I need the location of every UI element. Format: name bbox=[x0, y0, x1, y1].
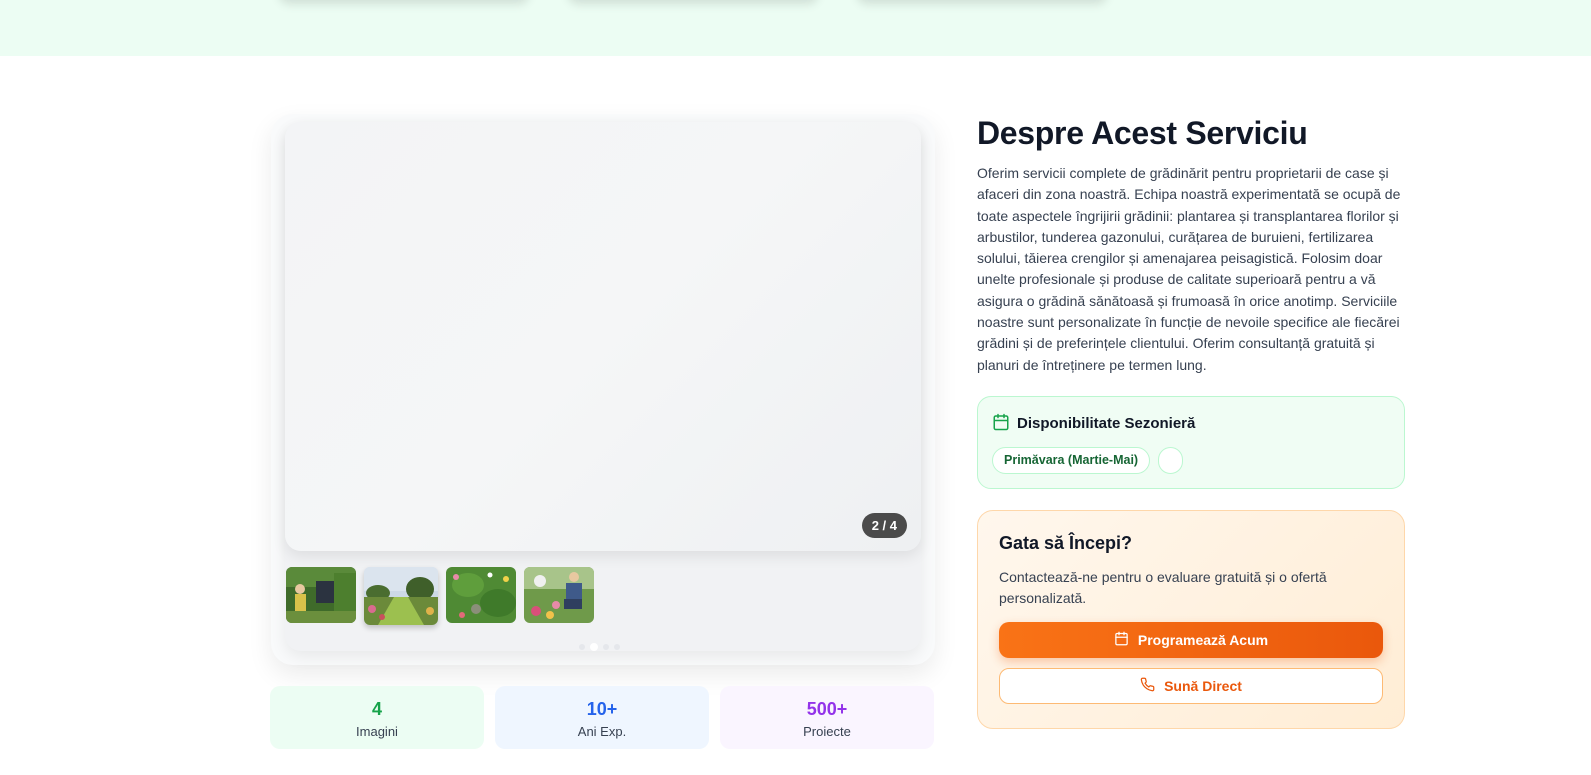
seasonal-availability-card: Disponibilitate Sezonieră Primăvara (Mar… bbox=[977, 395, 1405, 489]
schedule-button[interactable]: Programează Acum bbox=[999, 621, 1383, 658]
stats-row: 4 Imagini 10+ Ani Exp. 500+ Proiecte bbox=[270, 686, 934, 749]
carousel-dots bbox=[579, 643, 620, 651]
image-counter: 2 / 4 bbox=[861, 513, 907, 538]
stat-images: 4 Imagini bbox=[270, 686, 484, 749]
seasonal-header: Disponibilitate Sezonieră bbox=[992, 413, 1390, 435]
phone-icon bbox=[1140, 677, 1155, 695]
page-title: Despre Acest Serviciu bbox=[977, 115, 1308, 151]
stat-value: 500+ bbox=[806, 699, 848, 719]
carousel-dot[interactable] bbox=[590, 643, 598, 651]
schedule-button-label: Programează Acum bbox=[1137, 631, 1269, 648]
stat-label: Proiecte bbox=[803, 724, 851, 739]
thumbnail[interactable] bbox=[446, 567, 516, 623]
garden-path-photo bbox=[364, 567, 438, 625]
seasonal-title: Disponibilitate Sezonieră bbox=[1017, 415, 1196, 433]
season-tags: Primăvara (Martie-Mai) bbox=[992, 446, 1390, 474]
thumbnail-strip bbox=[286, 567, 594, 625]
garden-worker-photo bbox=[286, 567, 356, 623]
gallery-card: 2 / 4 bbox=[271, 114, 935, 665]
gardener-kneeling-photo bbox=[524, 567, 594, 623]
gallery-inner: 2 / 4 bbox=[285, 122, 921, 651]
top-band bbox=[0, 0, 1591, 56]
thumbnail[interactable] bbox=[286, 567, 356, 623]
call-button-label: Sună Direct bbox=[1164, 677, 1242, 694]
season-tag bbox=[1158, 446, 1184, 474]
carousel-dot[interactable] bbox=[614, 644, 620, 650]
service-description: Oferim servicii complete de grădinărit p… bbox=[977, 165, 1401, 373]
stat-label: Ani Exp. bbox=[577, 724, 627, 739]
season-tag: Primăvara (Martie-Mai) bbox=[992, 446, 1151, 474]
calendar-icon bbox=[992, 413, 1010, 435]
thumbnail[interactable] bbox=[364, 567, 438, 625]
cta-text: Contactează-ne pentru o evaluare gratuit… bbox=[999, 568, 1327, 606]
cta-title: Gata să Începi? bbox=[999, 532, 1133, 553]
call-button[interactable]: Sună Direct bbox=[999, 667, 1383, 704]
stat-label: Imagini bbox=[356, 724, 398, 739]
stat-experience: 10+ Ani Exp. bbox=[495, 686, 709, 749]
carousel-dot[interactable] bbox=[579, 644, 585, 650]
stat-projects: 500+ Proiecte bbox=[720, 686, 934, 749]
flower-garden-photo bbox=[446, 567, 516, 623]
about-panel: Despre Acest Serviciu Oferim servicii co… bbox=[977, 114, 1405, 729]
main-image[interactable]: 2 / 4 bbox=[285, 122, 921, 551]
calendar-icon bbox=[1114, 631, 1129, 649]
carousel-dot[interactable] bbox=[603, 644, 609, 650]
thumbnail[interactable] bbox=[524, 567, 594, 623]
stat-value: 10+ bbox=[586, 699, 618, 719]
cta-card: Gata să Începi? Contactează-ne pentru o … bbox=[977, 509, 1405, 729]
stat-value: 4 bbox=[371, 699, 382, 719]
